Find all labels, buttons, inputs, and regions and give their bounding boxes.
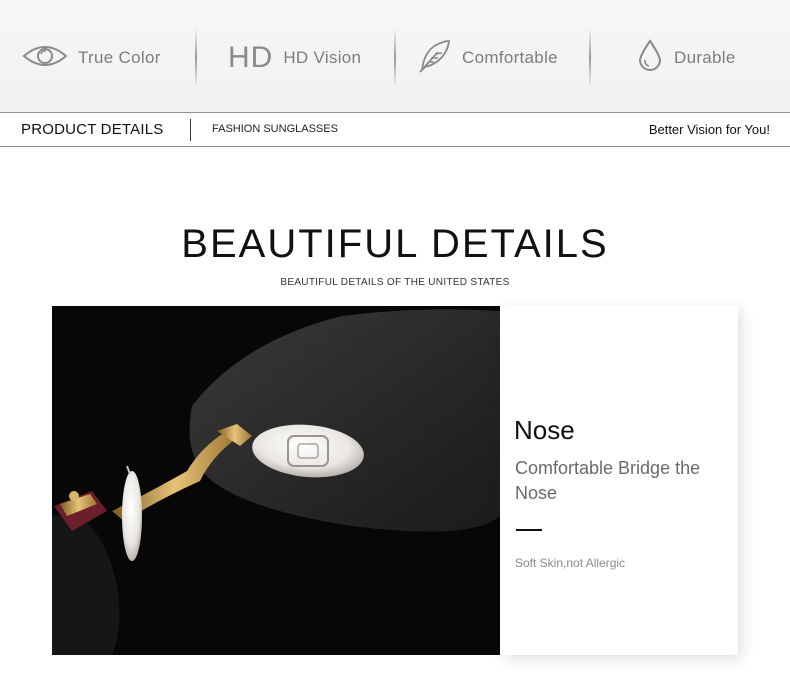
detail-card: Nose Comfortable Bridge the Nose Soft Sk… — [500, 306, 738, 655]
hd-icon: HD — [228, 41, 274, 74]
strip-divider — [190, 119, 191, 141]
feature-label: HD Vision — [283, 48, 362, 67]
lens-left — [52, 514, 120, 655]
feature-divider — [394, 30, 396, 86]
section-heading: BEAUTIFUL DETAILS — [181, 222, 609, 266]
feature-durable: Durable — [636, 30, 736, 86]
feature-divider — [589, 30, 591, 86]
feature-comfortable: Comfortable — [416, 30, 558, 86]
slogan: Better Vision for You! — [648, 122, 770, 137]
feature-true-color: True Color — [22, 30, 161, 86]
lens-right — [189, 309, 500, 532]
section-subheading: BEAUTIFUL DETAILS OF THE UNITED STATES — [280, 277, 510, 288]
feature-bar: True Color HD HD Vision Comfortable Dura… — [0, 0, 790, 112]
feature-label: True Color — [78, 48, 161, 67]
detail-note: Soft Skin,not Allergic — [515, 556, 626, 570]
feature-hd-vision: HD HD Vision — [228, 30, 361, 86]
feature-label: Comfortable — [462, 48, 558, 67]
product-photo — [52, 306, 500, 655]
feature-icon — [416, 38, 452, 79]
detail-divider — [516, 529, 542, 531]
drop-icon — [636, 38, 664, 79]
feature-divider — [195, 30, 197, 86]
detail-description: Comfortable Bridge the Nose — [515, 458, 701, 503]
product-details-title: PRODUCT DETAILS — [21, 121, 164, 138]
category-label: FASHION SUNGLASSES — [212, 123, 338, 135]
product-details-strip: PRODUCT DETAILS FASHION SUNGLASSES Bette… — [0, 112, 790, 147]
nose-pad-left — [122, 471, 142, 561]
detail-title: Nose — [514, 415, 575, 445]
eye-icon — [22, 41, 68, 76]
feature-label: Durable — [674, 48, 736, 67]
